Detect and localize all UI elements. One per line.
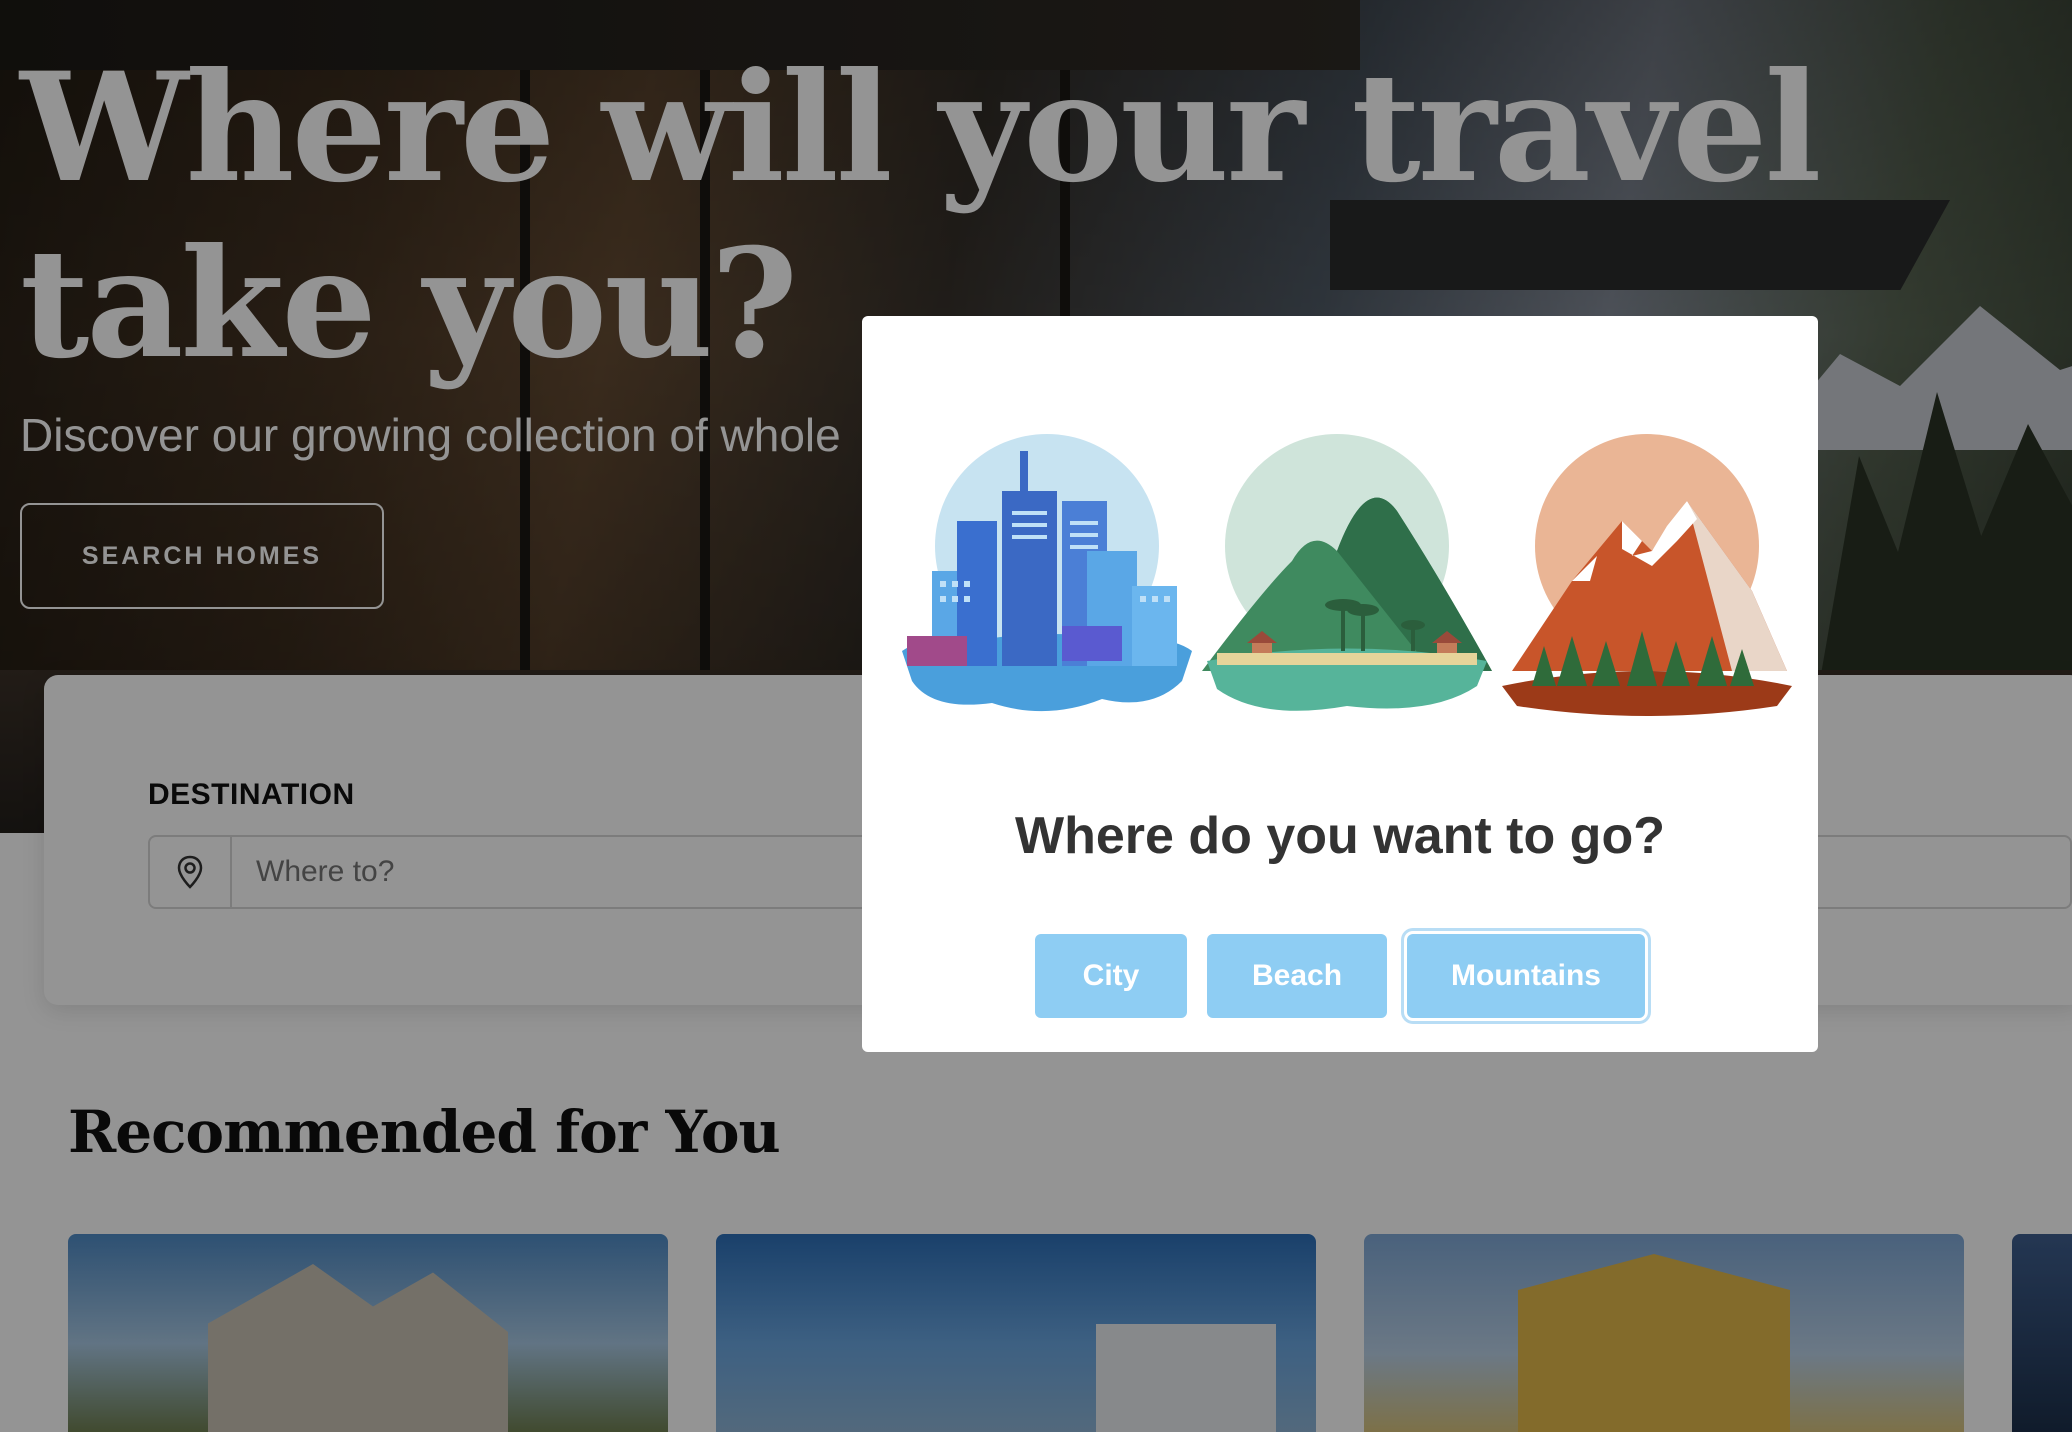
destination-type-modal: Where do you want to go? City Beach Moun… [862, 316, 1818, 1052]
city-illustration [902, 431, 1192, 721]
beach-button[interactable]: Beach [1207, 934, 1387, 1018]
beach-illustration [1202, 431, 1492, 721]
mountains-illustration [1502, 431, 1792, 721]
mountains-button[interactable]: Mountains [1407, 934, 1645, 1018]
modal-question: Where do you want to go? [1015, 807, 1665, 865]
city-button[interactable]: City [1035, 934, 1187, 1018]
